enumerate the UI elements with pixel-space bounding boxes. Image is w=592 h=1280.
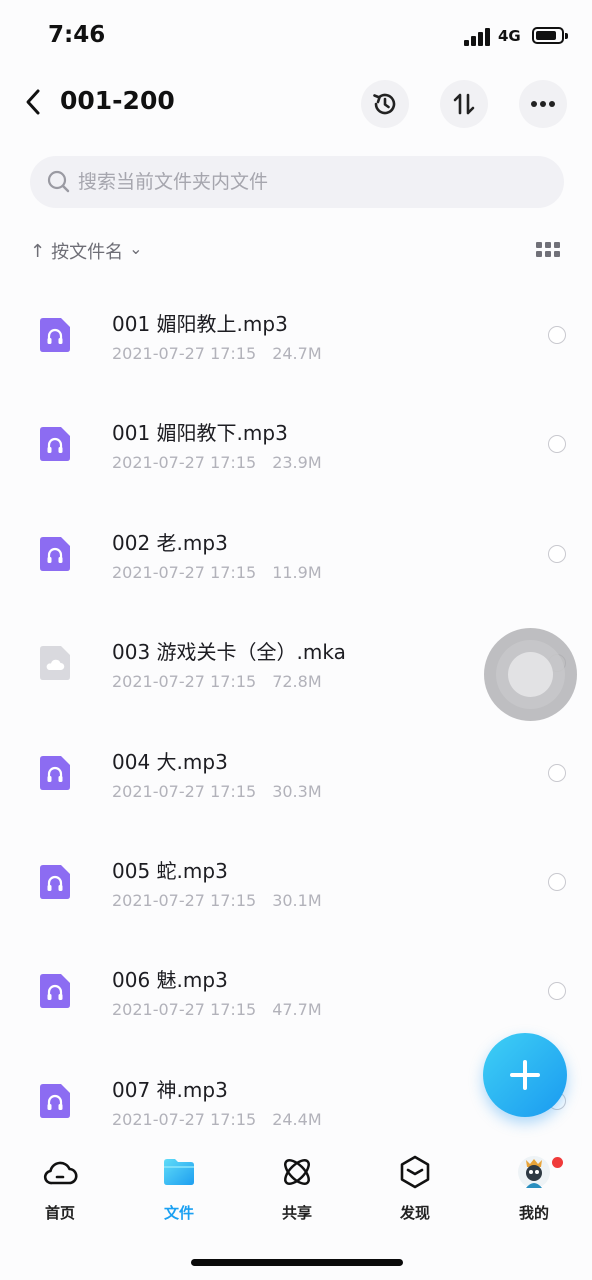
cube-icon [400,1155,430,1189]
file-date: 2021-07-27 17:15 [112,1000,257,1020]
sort-row: ↑ 按文件名 ⌄ [30,234,564,268]
avatar-icon [518,1156,550,1188]
file-size: 47.7M [272,1000,322,1020]
sort-arrows-icon [453,93,475,115]
audio-file-icon [40,974,70,1009]
sort-toggle-button[interactable] [440,80,488,128]
file-row[interactable]: 005 蛇.mp3 2021-07-27 17:15 30.1M [0,827,592,936]
file-meta: 2021-07-27 17:15 24.7M [112,344,322,363]
select-radio[interactable] [548,872,566,891]
audio-file-icon [40,536,70,571]
page-title: 001-200 [60,86,175,115]
select-radio[interactable] [548,435,566,454]
select-radio[interactable] [548,544,566,563]
file-name: 001 媚阳教上.mp3 [112,312,288,336]
file-size: 72.8M [272,672,322,692]
battery-icon [532,27,568,44]
file-date: 2021-07-27 17:15 [112,562,257,582]
search-icon [47,170,70,193]
file-name: 007 神.mp3 [112,1077,228,1102]
tab-label: 我的 [518,1204,549,1222]
chevron-down-icon: ⌄ [129,238,143,258]
history-icon [373,93,396,115]
history-button[interactable] [361,80,409,128]
file-row[interactable]: 001 媚阳教上.mp3 2021-07-27 17:15 24.7M [0,280,592,389]
file-meta: 2021-07-27 17:15 24.4M [112,1110,322,1129]
add-button[interactable] [483,1033,567,1117]
file-row[interactable]: 001 媚阳教下.mp3 2021-07-27 17:15 23.9M [0,389,592,498]
tab-label: 发现 [399,1204,430,1222]
select-radio[interactable] [548,763,566,782]
search-bar[interactable] [30,156,564,208]
file-row[interactable]: 004 大.mp3 2021-07-27 17:15 30.3M [0,718,592,827]
tab-mine[interactable]: 我的 [484,1150,584,1230]
file-meta: 2021-07-27 17:15 30.3M [112,782,322,801]
search-input[interactable] [78,156,548,208]
file-meta: 2021-07-27 17:15 23.9M [112,453,322,472]
more-dots-icon [531,101,555,107]
file-date: 2021-07-27 17:15 [112,672,257,692]
grid-view-icon[interactable] [536,242,562,260]
file-name: 002 老.mp3 [112,530,228,555]
tab-label: 首页 [44,1204,75,1222]
file-row[interactable]: 006 魅.mp3 2021-07-27 17:15 47.7M [0,936,592,1045]
tab-label: 文件 [163,1204,194,1222]
file-list: 001 媚阳教上.mp3 2021-07-27 17:15 24.7M 001 媚… [0,280,592,1155]
tab-discover[interactable]: 发现 [365,1150,465,1230]
file-name: 005 蛇.mp3 [112,858,228,883]
tab-home[interactable]: 首页 [10,1150,110,1230]
more-button[interactable] [519,80,567,128]
file-size: 24.7M [272,344,322,363]
file-meta: 2021-07-27 17:15 47.7M [112,1000,322,1019]
tab-share[interactable]: 共享 [247,1150,347,1230]
status-bar: 7:46 4G [0,0,592,72]
file-row[interactable]: 002 老.mp3 2021-07-27 17:15 11.9M [0,499,592,608]
file-size: 30.1M [272,890,322,910]
file-date: 2021-07-27 17:15 [112,781,257,801]
file-size: 23.9M [272,453,322,473]
network-label: 4G [498,27,521,45]
audio-file-icon [40,427,70,462]
file-date: 2021-07-27 17:15 [112,344,257,363]
file-date: 2021-07-27 17:15 [112,890,257,910]
sort-selector[interactable]: ↑ 按文件名 ⌄ [30,238,143,264]
cloud-icon [43,1161,78,1185]
audio-file-icon [40,318,70,352]
file-size: 11.9M [272,562,322,582]
audio-file-icon [40,864,70,899]
tab-files[interactable]: 文件 [129,1150,229,1230]
plus-icon [510,1060,540,1090]
file-date: 2021-07-27 17:15 [112,453,257,473]
folder-icon [164,1159,194,1185]
file-name: 006 魅.mp3 [112,968,228,993]
select-radio[interactable] [548,326,566,344]
audio-file-icon [40,755,70,790]
signal-icon [464,28,492,46]
tab-bar: 首页 文件 共享 发现 我的 [0,1140,592,1240]
header: 001-200 [0,72,592,138]
unknown-file-icon [40,646,70,681]
status-time: 7:46 [48,22,106,48]
sort-direction-icon: ↑ [30,240,46,262]
back-button[interactable] [18,82,48,122]
file-date: 2021-07-27 17:15 [112,1109,257,1129]
tab-label: 共享 [281,1204,312,1222]
file-name: 004 大.mp3 [112,749,228,774]
sort-label: 按文件名 [51,242,124,263]
file-meta: 2021-07-27 17:15 30.1M [112,891,322,910]
file-meta: 2021-07-27 17:15 11.9M [112,563,322,582]
assistive-touch-button[interactable] [484,628,577,721]
notification-badge [552,1157,563,1168]
file-name: 001 媚阳教下.mp3 [112,421,288,446]
file-name: 003 游戏关卡（全）.mka [112,640,346,665]
file-meta: 2021-07-27 17:15 72.8M [112,672,322,691]
atom-icon [284,1159,310,1185]
select-radio[interactable] [548,982,566,1001]
chevron-left-icon [26,89,40,115]
audio-file-icon [40,1083,70,1118]
file-size: 30.3M [272,781,322,801]
file-size: 24.4M [272,1109,322,1129]
home-indicator[interactable] [191,1259,403,1266]
